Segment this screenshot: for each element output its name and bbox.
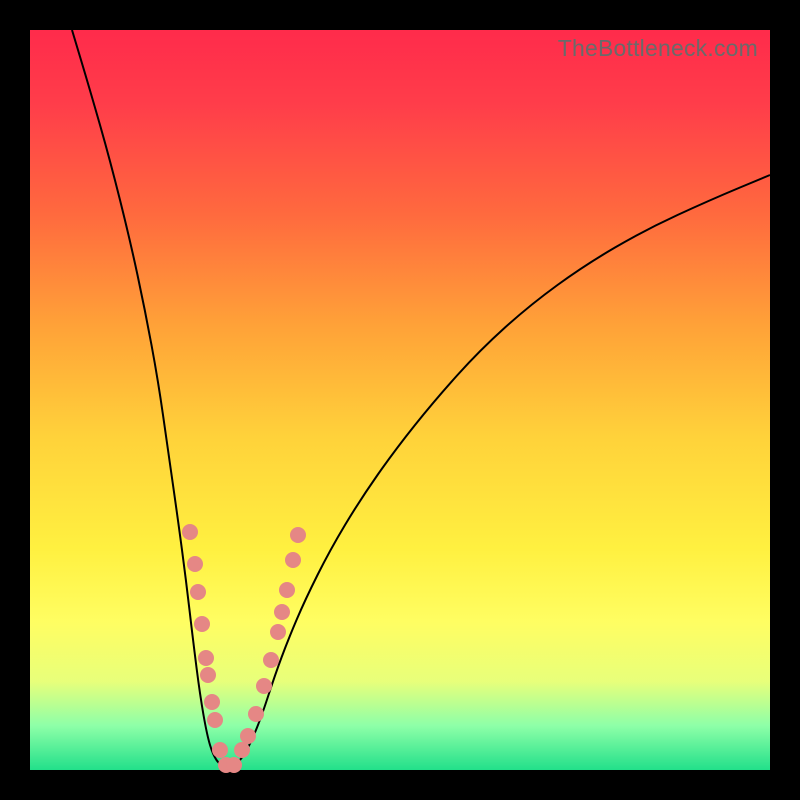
bead-point — [279, 582, 295, 598]
bead-point — [187, 556, 203, 572]
bead-point — [207, 712, 223, 728]
bead-point — [200, 667, 216, 683]
bead-point — [190, 584, 206, 600]
bead-point — [263, 652, 279, 668]
bead-point — [290, 527, 306, 543]
bead-point — [212, 742, 228, 758]
bead-point — [285, 552, 301, 568]
bead-point — [248, 706, 264, 722]
bead-point — [198, 650, 214, 666]
bead-point — [274, 604, 290, 620]
bead-point — [226, 757, 242, 773]
bead-point — [204, 694, 220, 710]
plot-area: TheBottleneck.com — [30, 30, 770, 770]
highlight-beads — [182, 524, 306, 773]
bead-point — [270, 624, 286, 640]
bead-point — [256, 678, 272, 694]
bead-point — [182, 524, 198, 540]
bead-point — [194, 616, 210, 632]
bead-point — [234, 742, 250, 758]
chart-svg — [30, 30, 770, 770]
bead-point — [240, 728, 256, 744]
outer-frame: TheBottleneck.com — [0, 0, 800, 800]
bottleneck-curve — [72, 30, 770, 767]
